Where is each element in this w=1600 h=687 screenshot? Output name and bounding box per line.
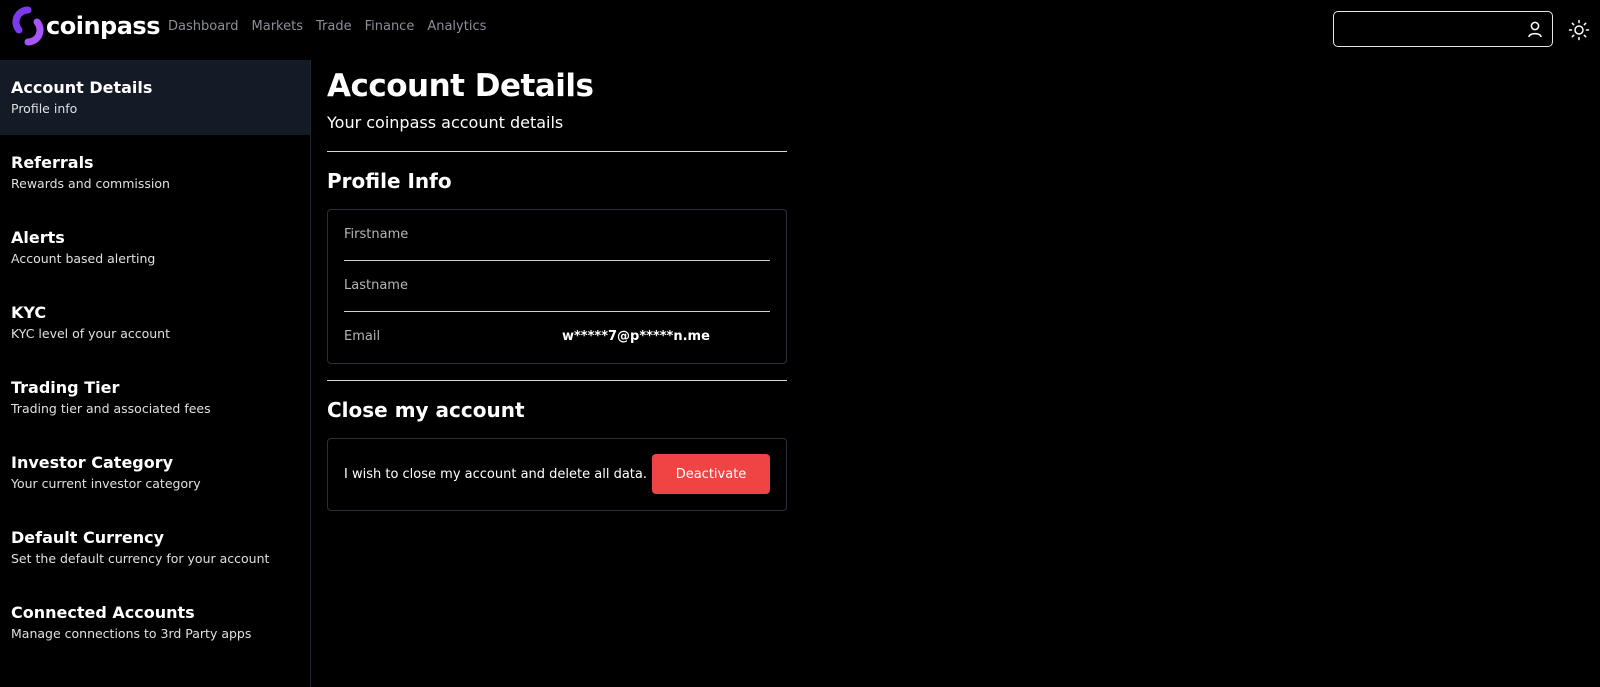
close-account-text: I wish to close my account and delete al…: [344, 467, 647, 482]
sidebar-item-subtitle: Manage connections to 3rd Party apps: [11, 626, 252, 641]
nav-finance[interactable]: Finance: [365, 19, 415, 34]
sidebar-item-investor-category[interactable]: Investor Category Your current investor …: [0, 435, 310, 510]
sidebar-item-subtitle: Your current investor category: [11, 476, 201, 491]
user-icon[interactable]: [1526, 20, 1544, 38]
deactivate-button[interactable]: Deactivate: [652, 454, 770, 494]
firstname-input[interactable]: [344, 224, 770, 248]
search-box[interactable]: [1333, 11, 1553, 47]
sidebar-item-title: Referrals: [11, 153, 94, 172]
main-nav: Dashboard Markets Trade Finance Analytic…: [168, 19, 499, 34]
top-bar: coinpass Dashboard Markets Trade Finance…: [0, 0, 1600, 60]
firstname-field[interactable]: Firstname: [344, 210, 770, 261]
lastname-input[interactable]: [344, 275, 770, 299]
page-title: Account Details: [327, 68, 594, 104]
email-field: Email w*****7@p*****n.me: [344, 312, 770, 363]
divider: [327, 151, 787, 152]
nav-markets[interactable]: Markets: [252, 19, 303, 34]
profile-info-heading: Profile Info: [327, 169, 452, 193]
page-subtitle: Your coinpass account details: [327, 113, 564, 132]
nav-analytics[interactable]: Analytics: [427, 19, 486, 34]
close-account-heading: Close my account: [327, 398, 525, 422]
logo[interactable]: coinpass: [11, 6, 160, 46]
nav-dashboard[interactable]: Dashboard: [168, 19, 239, 34]
sidebar-item-title: Alerts: [11, 228, 65, 247]
sidebar-item-alerts[interactable]: Alerts Account based alerting: [0, 210, 310, 285]
divider: [327, 380, 787, 381]
coinpass-logo-icon: [12, 6, 44, 46]
sidebar-item-title: Investor Category: [11, 453, 174, 472]
sidebar-item-referrals[interactable]: Referrals Rewards and commission: [0, 135, 310, 210]
search-input[interactable]: [1342, 18, 1522, 40]
sidebar-item-account-details[interactable]: Account Details Profile info: [0, 60, 310, 135]
sidebar-item-default-currency[interactable]: Default Currency Set the default currenc…: [0, 510, 310, 585]
sidebar-item-subtitle: Rewards and commission: [11, 176, 170, 191]
profile-info-card: Firstname Lastname Email w*****7@p*****n…: [327, 209, 787, 364]
sidebar-item-title: Account Details: [11, 78, 153, 97]
sidebar-item-kyc[interactable]: KYC KYC level of your account: [0, 285, 310, 360]
sun-icon[interactable]: [1568, 19, 1590, 41]
sidebar-item-subtitle: Account based alerting: [11, 251, 156, 266]
sidebar-item-title: Connected Accounts: [11, 603, 195, 622]
email-value: w*****7@p*****n.me: [562, 329, 710, 344]
lastname-field[interactable]: Lastname: [344, 261, 770, 312]
settings-sidebar: Account Details Profile info Referrals R…: [0, 60, 311, 687]
brand-name: coinpass: [46, 12, 160, 40]
nav-trade[interactable]: Trade: [316, 19, 352, 34]
sidebar-item-trading-tier[interactable]: Trading Tier Trading tier and associated…: [0, 360, 310, 435]
sidebar-item-title: Default Currency: [11, 528, 165, 547]
sidebar-item-subtitle: Trading tier and associated fees: [11, 401, 211, 416]
sidebar-item-subtitle: Set the default currency for your accoun…: [11, 551, 270, 566]
sidebar-item-title: KYC: [11, 303, 47, 322]
sidebar-item-subtitle: KYC level of your account: [11, 326, 171, 341]
sidebar-item-title: Trading Tier: [11, 378, 120, 397]
close-account-card: I wish to close my account and delete al…: [327, 438, 787, 511]
email-label: Email: [344, 329, 381, 344]
sidebar-item-subtitle: Profile info: [11, 101, 78, 116]
sidebar-item-connected-accounts[interactable]: Connected Accounts Manage connections to…: [0, 585, 310, 660]
main-content: Account Details Your coinpass account de…: [327, 60, 787, 511]
